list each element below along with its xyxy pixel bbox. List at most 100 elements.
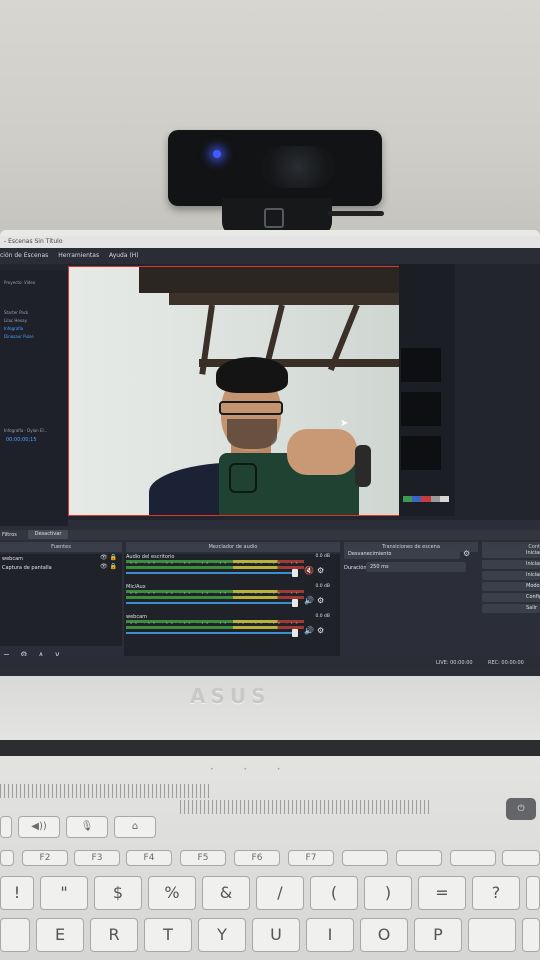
premiere-item: Infografía	[4, 326, 24, 331]
bracelet	[355, 445, 371, 487]
mixer-channel-webcam: webcam 0.0 dB -60 -55 -50 -45 -40 -35 -3…	[126, 614, 334, 642]
mixer-channel-desktop-audio: Audio del escritorio 0.0 dB -60 -55 -50 …	[126, 554, 334, 582]
fn-key[interactable]: F4	[126, 850, 172, 866]
key[interactable]	[468, 918, 516, 952]
fn-key[interactable]	[396, 850, 442, 866]
deactivate-button[interactable]: Desactivar	[28, 530, 68, 539]
key[interactable]: &	[202, 876, 250, 910]
meter-scale: -60 -55 -50 -45 -40 -35 -30 -25 -20 -15 …	[126, 591, 304, 595]
webcam-source-preview[interactable]	[68, 266, 401, 516]
fn-key[interactable]: F7	[288, 850, 334, 866]
key[interactable]: ?	[472, 876, 520, 910]
source-item-screen-capture[interactable]: Captura de pantalla	[2, 565, 52, 571]
mic-mute-key[interactable]: 🎙	[66, 816, 108, 838]
key[interactable]	[526, 876, 540, 910]
window-titlebar: - Escenas Sin Título	[0, 236, 540, 248]
speaker-icon[interactable]: 🔊	[304, 626, 317, 635]
filters-button[interactable]: Filtros	[0, 530, 17, 540]
volume-fader-knob[interactable]	[292, 569, 298, 577]
menu-item-help[interactable]: Ayuda (H)	[109, 252, 139, 259]
meter-scale: -60 -55 -50 -45 -40 -35 -30 -25 -20 -15 …	[126, 621, 304, 625]
key[interactable]: U	[252, 918, 300, 952]
menu-item-tools[interactable]: Herramientas	[58, 252, 99, 259]
phone-camera-icon	[229, 463, 257, 493]
menu-item-scene-collection[interactable]: ción de Escenas	[0, 252, 48, 259]
volume-fader[interactable]	[126, 602, 296, 604]
visibility-eye-icon[interactable]: 👁 🔒	[100, 554, 117, 561]
fn-key[interactable]	[342, 850, 388, 866]
channel-controls[interactable]: 🔇⚙	[304, 566, 327, 575]
key[interactable]: (	[310, 876, 358, 910]
color-swatches	[403, 496, 450, 502]
sources-dock-title: Fuentes	[0, 542, 122, 552]
control-button-5[interactable]: Config	[482, 593, 540, 602]
ceiling-plank	[169, 293, 400, 305]
key[interactable]	[522, 918, 540, 952]
premiere-sequence: Infografía - Dylan El...	[4, 428, 48, 433]
key[interactable]	[0, 918, 30, 952]
key[interactable]: T	[144, 918, 192, 952]
volume-fader[interactable]	[126, 632, 296, 634]
key[interactable]: "	[40, 876, 88, 910]
mixer-dock-title: Mezclador de audio	[126, 542, 340, 552]
control-button-3[interactable]: Iniciar	[482, 571, 540, 580]
key[interactable]: =	[418, 876, 466, 910]
control-button-2[interactable]: Iniciar	[482, 560, 540, 569]
volume-fader[interactable]	[126, 572, 296, 574]
webcam-lens	[262, 146, 334, 188]
volume-key[interactable]: ◀))	[18, 816, 60, 838]
transition-select[interactable]: Desvanecimiento	[344, 550, 460, 559]
source-item-webcam[interactable]: webcam	[2, 556, 23, 562]
speaker-muted-icon[interactable]: 🔇	[304, 566, 317, 575]
sources-panel: webcam Captura de pantalla 👁 🔒 👁 🔒	[0, 554, 122, 646]
volume-meter	[126, 596, 304, 599]
volume-fader-knob[interactable]	[292, 599, 298, 607]
fn-key[interactable]	[450, 850, 496, 866]
ceiling-beam	[139, 267, 400, 293]
person-hair	[216, 357, 288, 393]
key[interactable]: %	[148, 876, 196, 910]
key[interactable]	[0, 816, 12, 838]
key[interactable]: Y	[198, 918, 246, 952]
key[interactable]: !	[0, 876, 34, 910]
live-status: LIVE: 00:00:00	[436, 660, 473, 666]
duration-input[interactable]: 250 ms	[366, 562, 466, 572]
key[interactable]: R	[90, 918, 138, 952]
premiere-tab-project: Proyecto: Vídeo	[4, 280, 36, 285]
fn-key[interactable]: F3	[74, 850, 120, 866]
volume-meter	[126, 566, 304, 569]
channel-controls[interactable]: 🔊⚙	[304, 626, 327, 635]
control-button-1[interactable]: Iniciar	[482, 549, 540, 558]
key[interactable]: O	[360, 918, 408, 952]
fn-key[interactable]	[0, 850, 14, 866]
fn-key[interactable]	[502, 850, 540, 866]
key[interactable]: I	[306, 918, 354, 952]
rec-status: REC: 00:00:00	[488, 660, 524, 666]
key[interactable]: P	[414, 918, 462, 952]
fn-key[interactable]: F6	[234, 850, 280, 866]
volume-fader-knob[interactable]	[292, 629, 298, 637]
laptop-screen: - Escenas Sin Título ción de Escenas Her…	[0, 236, 540, 678]
channel-db: 0.0 dB	[315, 554, 330, 559]
captured-window-right	[399, 264, 455, 516]
status-leds: • • •	[210, 766, 295, 773]
premiere-timecode: 00;00;00;15	[6, 437, 37, 443]
key[interactable]: $	[94, 876, 142, 910]
speaker-icon[interactable]: 🔊	[304, 596, 317, 605]
premiere-item: Lilac Hexay	[4, 318, 27, 323]
source-toolbar	[0, 530, 540, 540]
control-button-6[interactable]: Salir	[482, 604, 540, 613]
fn-key[interactable]: F5	[180, 850, 226, 866]
rog-key[interactable]: ⌂	[114, 816, 156, 838]
power-button[interactable]: ⏻	[506, 798, 536, 820]
key[interactable]: /	[256, 876, 304, 910]
key[interactable]: E	[36, 918, 84, 952]
visibility-eye-icon[interactable]: 👁 🔒	[100, 563, 117, 570]
channel-controls[interactable]: 🔊⚙	[304, 596, 327, 605]
gear-icon[interactable]: ⚙	[463, 549, 470, 558]
mouse-cursor-icon: ➤	[340, 418, 349, 429]
webcam-logo-icon	[264, 208, 284, 228]
key[interactable]: )	[364, 876, 412, 910]
fn-key[interactable]: F2	[22, 850, 68, 866]
control-button-4[interactable]: Modo	[482, 582, 540, 591]
